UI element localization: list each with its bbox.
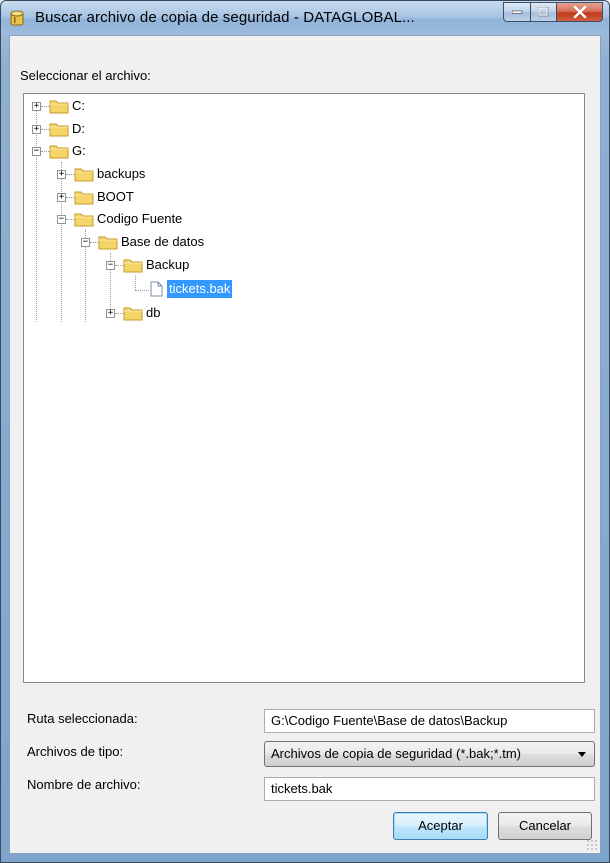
- collapse-icon[interactable]: −: [106, 261, 115, 270]
- folder-open-icon: [49, 145, 69, 159]
- folder-open-icon: [98, 236, 118, 250]
- close-button[interactable]: [556, 2, 603, 22]
- dialog-window: Buscar archivo de copia de seguridad - D…: [0, 0, 610, 863]
- tree-node-codigo-fuente[interactable]: Codigo Fuente: [95, 210, 184, 228]
- tree-connector: [41, 106, 49, 107]
- tree-line: [36, 106, 37, 322]
- minimize-icon: [511, 10, 522, 14]
- selected-path-label: Ruta seleccionada:: [27, 711, 138, 726]
- select-file-label: Seleccionar el archivo:: [20, 68, 151, 83]
- tree-node-db[interactable]: db: [144, 304, 162, 322]
- dialog-client-area: Seleccionar el archivo: + C: + D: − G: +…: [9, 35, 601, 854]
- tree-line: [135, 275, 136, 290]
- cancel-button[interactable]: Cancelar: [498, 812, 592, 840]
- folder-open-icon: [123, 259, 143, 273]
- collapse-icon[interactable]: −: [32, 147, 41, 156]
- tree-connector: [115, 265, 123, 266]
- expand-icon[interactable]: +: [57, 170, 66, 179]
- tree-node-backup[interactable]: Backup: [144, 256, 191, 274]
- title-bar[interactable]: Buscar archivo de copia de seguridad - D…: [1, 1, 609, 35]
- caption-buttons: [503, 2, 603, 22]
- file-type-dropdown[interactable]: Archivos de copia de seguridad (*.bak;*.…: [264, 741, 595, 767]
- file-type-value: Archivos de copia de seguridad (*.bak;*.…: [271, 746, 522, 761]
- tree-connector: [66, 197, 74, 198]
- expand-icon[interactable]: +: [57, 193, 66, 202]
- tree-node-g[interactable]: G:: [70, 142, 88, 160]
- collapse-icon[interactable]: −: [57, 215, 66, 224]
- folder-icon: [49, 123, 69, 137]
- tree-line: [61, 162, 62, 322]
- tree-connector: [66, 219, 74, 220]
- tree-connector: [41, 151, 49, 152]
- tree-node-base-de-datos[interactable]: Base de datos: [119, 233, 206, 251]
- folder-icon: [49, 100, 69, 114]
- file-type-label: Archivos de tipo:: [27, 744, 124, 759]
- folder-open-icon: [74, 213, 94, 227]
- file-name-field[interactable]: tickets.bak: [264, 777, 595, 801]
- tree-connector: [90, 242, 98, 243]
- close-icon: [572, 6, 587, 18]
- tree-connector: [115, 313, 123, 314]
- accept-button[interactable]: Aceptar: [393, 812, 488, 840]
- tree-node-boot[interactable]: BOOT: [95, 188, 136, 206]
- expand-icon[interactable]: +: [106, 309, 115, 318]
- tree-node-tickets-bak[interactable]: tickets.bak: [167, 280, 233, 298]
- tree-node-c[interactable]: C:: [70, 97, 87, 115]
- minimize-button[interactable]: [503, 2, 530, 22]
- folder-icon: [123, 307, 143, 321]
- folder-icon: [74, 191, 94, 205]
- collapse-icon[interactable]: −: [81, 238, 90, 247]
- tree-node-d[interactable]: D:: [70, 120, 87, 138]
- tree-connector: [41, 129, 49, 130]
- folder-tree[interactable]: + C: + D: − G: + backups + BOOT − Codigo…: [23, 93, 585, 683]
- tree-node-backups[interactable]: backups: [95, 165, 147, 183]
- tree-connector: [135, 290, 149, 291]
- maximize-button[interactable]: [530, 2, 556, 22]
- file-icon: [150, 281, 163, 297]
- tree-connector: [66, 174, 74, 175]
- folder-icon: [74, 168, 94, 182]
- selected-path-field[interactable]: G:\Codigo Fuente\Base de datos\Backup: [264, 709, 595, 733]
- chevron-down-icon: [578, 752, 586, 757]
- window-title: Buscar archivo de copia de seguridad - D…: [35, 9, 415, 26]
- expand-icon[interactable]: +: [32, 102, 41, 111]
- resize-grip-icon[interactable]: [586, 839, 598, 851]
- file-name-label: Nombre de archivo:: [27, 777, 141, 792]
- app-icon: [10, 10, 24, 26]
- expand-icon[interactable]: +: [32, 125, 41, 134]
- maximize-icon: [538, 7, 549, 17]
